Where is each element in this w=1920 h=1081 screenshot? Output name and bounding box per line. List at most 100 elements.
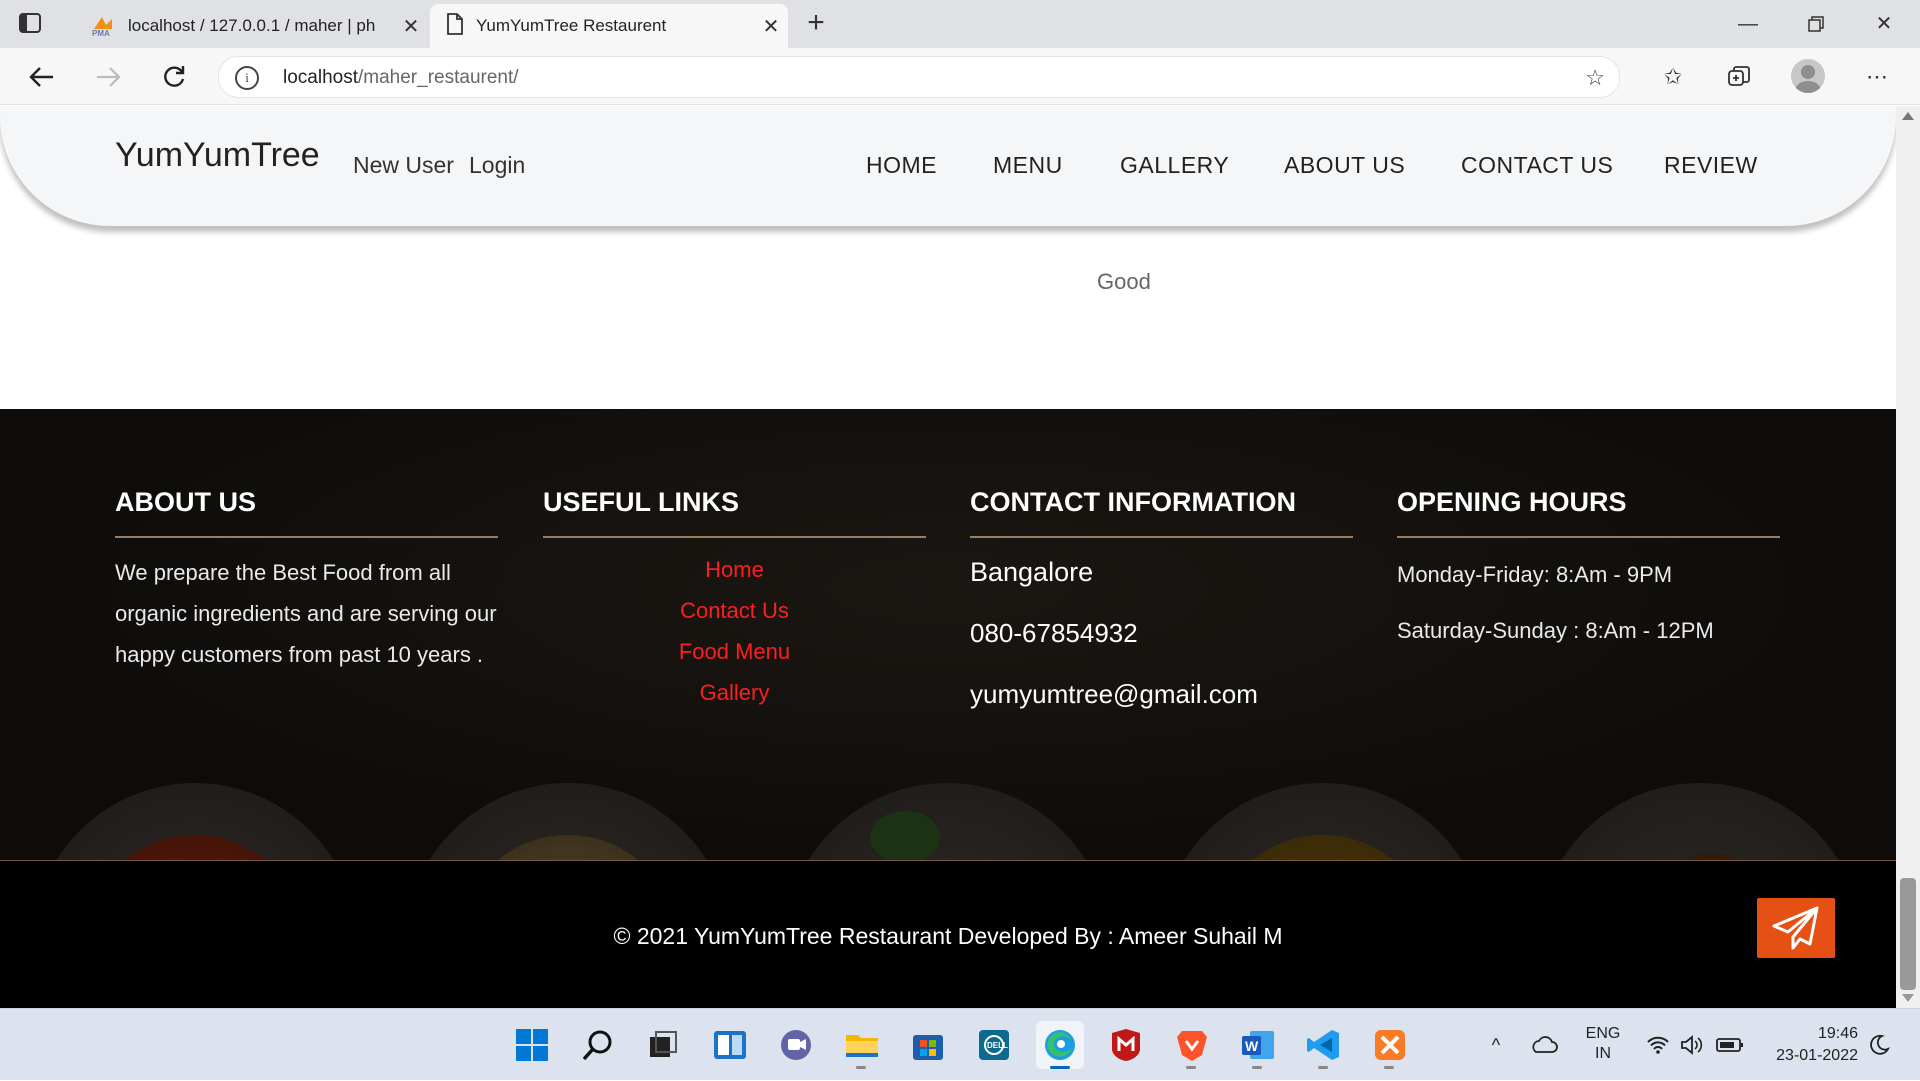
scrollbar-thumb[interactable]: [1900, 878, 1916, 990]
site-header: YumYumTree New User Login HOME MENU GALL…: [0, 106, 1896, 226]
close-icon[interactable]: ✕: [394, 14, 428, 39]
page-viewport: YumYumTree New User Login HOME MENU GALL…: [0, 106, 1896, 1008]
hours-weekday: Monday-Friday: 8:Am - 9PM: [1397, 562, 1673, 587]
taskbar: DELL W ^ ENG IN 19:46 23-01-2022: [0, 1008, 1920, 1080]
battery-icon[interactable]: [1716, 1009, 1746, 1081]
new-tab-icon[interactable]: +: [800, 8, 832, 40]
vscode-icon[interactable]: [1300, 1021, 1348, 1069]
footer-link-contact-us[interactable]: Contact Us: [543, 598, 926, 624]
contact-email[interactable]: yumyumtree@gmail.com: [970, 679, 1258, 710]
nav-gallery[interactable]: GALLERY: [1120, 152, 1229, 179]
file-explorer-icon[interactable]: [838, 1021, 886, 1069]
clock[interactable]: 19:46 23-01-2022: [1758, 1009, 1858, 1081]
footer-link-food-menu[interactable]: Food Menu: [543, 639, 926, 665]
dell-icon[interactable]: DELL: [970, 1021, 1018, 1069]
divider: [543, 536, 926, 538]
clock-time: 19:46: [1817, 1025, 1858, 1042]
nav-review[interactable]: REVIEW: [1664, 152, 1758, 179]
profile-avatar[interactable]: [1791, 59, 1825, 93]
refresh-icon[interactable]: [155, 58, 193, 96]
windows-start-icon[interactable]: [508, 1021, 556, 1069]
back-icon[interactable]: [23, 58, 61, 96]
running-indicator: [1318, 1066, 1328, 1069]
close-icon[interactable]: ✕: [754, 14, 788, 39]
close-window-icon[interactable]: ✕: [1856, 8, 1912, 40]
login-link[interactable]: Login: [469, 152, 525, 179]
collections-icon[interactable]: [1722, 60, 1756, 94]
page-icon: [446, 12, 464, 40]
contact-info-heading: CONTACT INFORMATION: [970, 487, 1296, 517]
restore-icon[interactable]: [1788, 8, 1844, 40]
tab-yumyumtree[interactable]: YumYumTree Restaurent ✕: [430, 4, 788, 48]
teams-chat-icon[interactable]: [772, 1021, 820, 1069]
language-indicator[interactable]: ENG IN: [1578, 1009, 1628, 1081]
site-info-icon[interactable]: i: [235, 66, 259, 90]
opening-hours-heading: OPENING HOURS: [1397, 487, 1627, 517]
more-menu-icon[interactable]: ⋯: [1860, 60, 1894, 94]
search-icon[interactable]: [574, 1021, 622, 1069]
edge-browser-icon[interactable]: [1036, 1021, 1084, 1069]
hours-weekend: Saturday-Sunday : 8:Am - 12PM: [1397, 618, 1714, 643]
site-footer: ABOUT US We prepare the Best Food from a…: [0, 409, 1896, 1008]
tab-actions-icon[interactable]: [18, 12, 54, 36]
divider: [115, 536, 498, 538]
footer-link-gallery[interactable]: Gallery: [543, 680, 926, 706]
svg-text:DELL: DELL: [987, 1041, 1008, 1050]
word-icon[interactable]: W: [1234, 1021, 1282, 1069]
url-host: localhost: [283, 67, 358, 88]
contact-phone: 080-67854932: [970, 618, 1138, 648]
notifications-icon[interactable]: [1868, 1009, 1898, 1081]
footer-link-home[interactable]: Home: [543, 557, 926, 583]
site-brand[interactable]: YumYumTree: [115, 136, 320, 175]
language-label: ENG: [1585, 1025, 1621, 1042]
copyright-text: © 2021 YumYumTree Restaurant Developed B…: [613, 923, 1283, 949]
running-indicator: [1252, 1066, 1262, 1069]
onedrive-icon[interactable]: [1530, 1009, 1560, 1081]
add-favorite-icon[interactable]: ☆: [1585, 65, 1605, 91]
about-us-heading: ABOUT US: [115, 487, 256, 517]
running-indicator: [1186, 1066, 1196, 1069]
scroll-up-icon[interactable]: [1902, 112, 1914, 120]
wifi-icon[interactable]: [1646, 1009, 1672, 1081]
favorites-icon[interactable]: ✩: [1656, 60, 1690, 94]
running-indicator: [1384, 1066, 1394, 1069]
review-text: Good: [1097, 269, 1151, 294]
browser-tab-bar: PMA localhost / 127.0.0.1 / maher | ph ✕…: [0, 0, 1920, 48]
nav-contact-us[interactable]: CONTACT US: [1461, 152, 1613, 179]
nav-home[interactable]: HOME: [866, 152, 937, 179]
tab-phpmyadmin[interactable]: PMA localhost / 127.0.0.1 / maher | ph ✕: [76, 4, 428, 48]
tab-title: YumYumTree Restaurent: [476, 16, 667, 35]
nav-menu[interactable]: MENU: [993, 152, 1063, 179]
minimize-icon[interactable]: —: [1720, 8, 1776, 40]
useful-links-heading: USEFUL LINKS: [543, 487, 740, 517]
page-scrollbar[interactable]: [1896, 106, 1920, 1008]
running-indicator: [1050, 1066, 1070, 1069]
brave-browser-icon[interactable]: [1168, 1021, 1216, 1069]
forward-icon[interactable]: [89, 58, 127, 96]
contact-city: Bangalore: [970, 557, 1094, 587]
widgets-icon[interactable]: [706, 1021, 754, 1069]
url-path: /maher_restaurent/: [358, 67, 519, 88]
send-message-button[interactable]: [1757, 898, 1835, 958]
about-us-text: We prepare the Best Food from all organi…: [115, 560, 497, 667]
divider: [970, 536, 1353, 538]
url-text[interactable]: localhost/maher_restaurent/: [283, 67, 519, 89]
volume-icon[interactable]: [1680, 1009, 1706, 1081]
svg-text:W: W: [1245, 1038, 1259, 1054]
address-bar[interactable]: i localhost/maher_restaurent/ ☆: [218, 56, 1620, 98]
xampp-icon[interactable]: [1366, 1021, 1414, 1069]
mcafee-icon[interactable]: [1102, 1021, 1150, 1069]
svg-text:PMA: PMA: [92, 29, 110, 37]
phpmyadmin-icon: PMA: [90, 15, 116, 38]
footer-bottom-bar: © 2021 YumYumTree Restaurant Developed B…: [0, 861, 1896, 1008]
task-view-icon[interactable]: [640, 1021, 688, 1069]
divider: [1397, 536, 1780, 538]
clock-date: 23-01-2022: [1776, 1047, 1858, 1064]
microsoft-store-icon[interactable]: [904, 1021, 952, 1069]
new-user-link[interactable]: New User: [353, 152, 454, 179]
browser-toolbar: i localhost/maher_restaurent/ ☆ ✩ ⋯: [0, 48, 1920, 105]
running-indicator: [856, 1066, 866, 1069]
nav-about-us[interactable]: ABOUT US: [1284, 152, 1405, 179]
show-hidden-icons-icon[interactable]: ^: [1484, 1009, 1508, 1081]
scroll-down-icon[interactable]: [1902, 994, 1914, 1002]
